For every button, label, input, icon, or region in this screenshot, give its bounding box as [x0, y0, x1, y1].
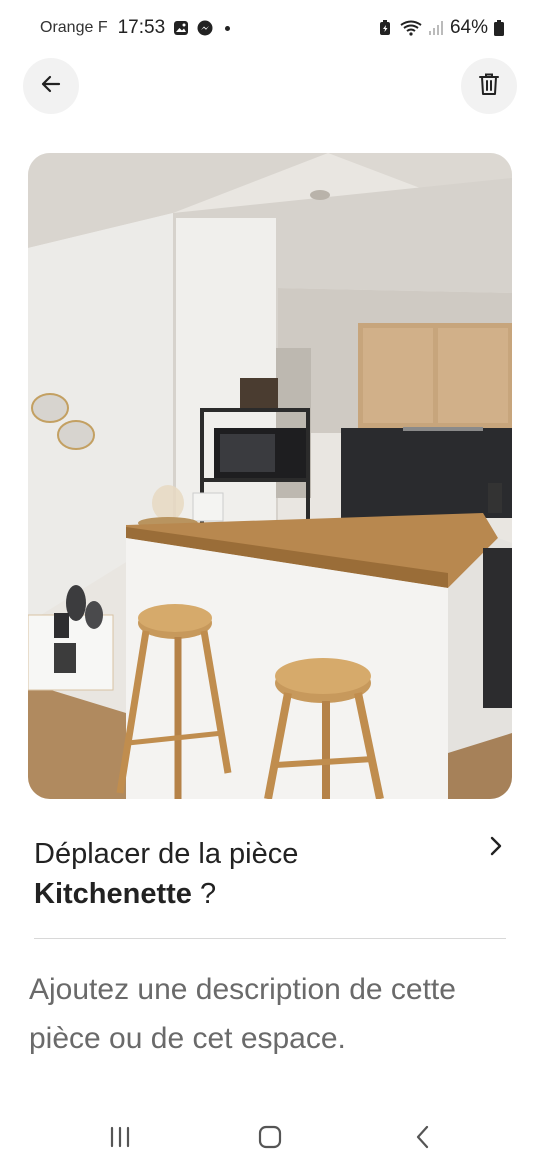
room-name: Kitchenette — [34, 878, 192, 910]
room-photo[interactable] — [28, 153, 512, 799]
clock: 17:53 — [117, 17, 166, 38]
status-bar: Orange F 17:53 64% — [0, 0, 540, 58]
recents-button[interactable] — [100, 1124, 140, 1154]
carrier-name: Orange F — [40, 19, 108, 36]
wifi-icon — [400, 20, 422, 36]
signal-icon — [428, 20, 444, 36]
back-button[interactable] — [23, 58, 79, 114]
battery-saver-icon — [378, 20, 394, 36]
delete-button[interactable] — [461, 58, 517, 114]
chevron-right-icon — [486, 834, 506, 858]
move-room-row[interactable]: Déplacer de la pièce Kitchenette ? — [34, 834, 506, 918]
move-room-prefix: Déplacer de la pièce — [34, 838, 299, 870]
battery-icon — [494, 20, 504, 36]
home-icon — [257, 1125, 283, 1154]
status-bar-right: 64% — [378, 17, 504, 39]
gallery-icon — [173, 20, 189, 36]
nav-back-button[interactable] — [403, 1124, 443, 1154]
messenger-icon — [197, 20, 213, 36]
description-field[interactable]: Ajoutez une description de cette pièce o… — [29, 965, 509, 1063]
trash-icon — [478, 72, 500, 101]
system-nav-bar — [0, 1110, 540, 1170]
battery-percent: 64% — [449, 17, 488, 38]
recents-icon — [107, 1125, 133, 1154]
move-room-target: Kitchenette ? — [34, 874, 506, 914]
notification-dot-icon — [225, 25, 231, 31]
divider — [34, 938, 506, 939]
status-bar-left: Orange F 17:53 — [40, 17, 231, 39]
back-icon — [410, 1124, 436, 1155]
home-button[interactable] — [250, 1124, 290, 1154]
arrow-left-icon — [39, 72, 63, 101]
move-room-suffix: ? — [191, 878, 217, 910]
